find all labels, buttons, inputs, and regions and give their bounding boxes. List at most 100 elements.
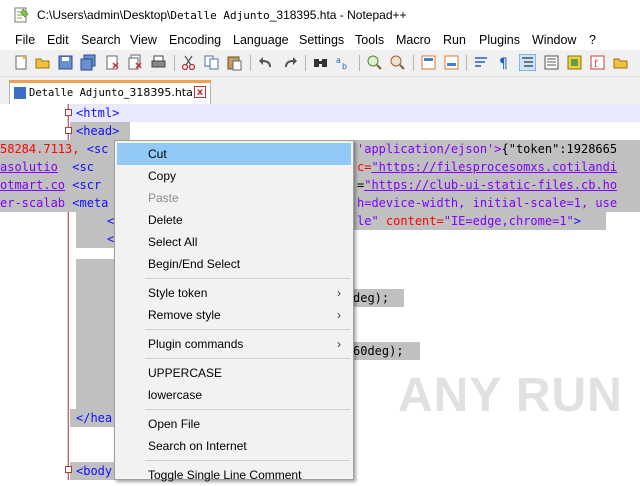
code-line: er-scalab <meta xyxy=(0,196,109,210)
tab-detalle-adjunto[interactable]: Detalle Adjunto_318395.hta x xyxy=(9,80,211,104)
code-line: 58284.7113, <sc xyxy=(0,142,109,156)
menu-item-delete[interactable]: Delete xyxy=(117,209,351,231)
toolbar-separator xyxy=(305,55,306,71)
fold-toggle[interactable] xyxy=(65,109,72,116)
menu-item-open-file[interactable]: Open File xyxy=(117,413,351,435)
menu-view[interactable]: View xyxy=(130,33,157,47)
code-line: c="https://filesprocesomxs.cotilandi xyxy=(357,160,618,174)
code-line: <head> xyxy=(76,124,120,138)
menu-item-plugin-commands[interactable]: Plugin commands › xyxy=(117,333,351,355)
menu-tools[interactable]: Tools xyxy=(355,33,384,47)
code-line: le" content="IE=edge,chrome=1"> xyxy=(357,214,581,228)
menu-separator xyxy=(145,409,350,410)
submenu-arrow-icon: › xyxy=(337,308,341,322)
function-list-icon[interactable]: f xyxy=(589,54,606,71)
menu-plugins[interactable]: Plugins xyxy=(479,33,520,47)
save-all-icon[interactable] xyxy=(80,54,97,71)
menu-encoding[interactable]: Encoding xyxy=(169,33,221,47)
paste-icon[interactable] xyxy=(226,54,243,71)
replace-icon[interactable]: ab xyxy=(335,54,352,71)
menu-item-style-token[interactable]: Style token › xyxy=(117,282,351,304)
menu-separator xyxy=(145,460,350,461)
menu-search[interactable]: Search xyxy=(81,33,121,47)
code-line: deg); xyxy=(353,291,390,305)
watermark-logo: ANY RUN xyxy=(398,369,623,422)
indent-guide-icon[interactable] xyxy=(519,54,536,71)
menu-item-select-all[interactable]: Select All xyxy=(117,231,351,253)
redo-icon[interactable] xyxy=(281,54,298,71)
folder-workspace-icon[interactable] xyxy=(612,54,629,71)
tab-label: Detalle Adjunto_318395.hta xyxy=(29,86,193,99)
notepad-plus-plus-icon xyxy=(14,7,29,23)
word-wrap-icon[interactable] xyxy=(473,54,490,71)
menu-window[interactable]: Window xyxy=(532,33,576,47)
toolbar: ab ¶ f xyxy=(0,50,640,77)
toolbar-separator xyxy=(413,55,414,71)
code-line: ="https://club-ui-static-files.cb.ho xyxy=(357,178,618,192)
sync-vertical-icon[interactable] xyxy=(420,54,437,71)
close-file-icon[interactable] xyxy=(104,54,121,71)
toolbar-separator xyxy=(466,55,467,71)
menu-run[interactable]: Run xyxy=(443,33,466,47)
svg-text:b: b xyxy=(342,62,347,71)
show-all-chars-icon[interactable]: ¶ xyxy=(496,54,513,71)
fold-toggle[interactable] xyxy=(65,127,72,134)
submenu-arrow-icon: › xyxy=(337,286,341,300)
new-file-icon[interactable] xyxy=(13,54,30,71)
code-line: h=device-width, initial-scale=1, use xyxy=(357,196,618,210)
window-title: C:\Users\admin\Desktop\Detalle Adjunto_3… xyxy=(37,8,407,22)
code-line: <html> xyxy=(76,106,120,120)
code-line: asolutio <sc xyxy=(0,160,94,174)
menu-item-lowercase[interactable]: lowercase xyxy=(117,384,351,406)
toolbar-separator xyxy=(174,55,175,71)
print-icon[interactable] xyxy=(150,54,167,71)
doc-map-icon[interactable] xyxy=(566,54,583,71)
menu-file[interactable]: File xyxy=(15,33,35,47)
undo-icon[interactable] xyxy=(258,54,275,71)
code-line: 60deg); xyxy=(353,344,404,358)
menu-settings[interactable]: Settings xyxy=(299,33,344,47)
menu-item-paste[interactable]: Paste xyxy=(117,187,351,209)
title-bar: C:\Users\admin\Desktop\Detalle Adjunto_3… xyxy=(0,0,640,30)
udl-icon[interactable] xyxy=(543,54,560,71)
menu-edit[interactable]: Edit xyxy=(47,33,69,47)
menu-item-remove-style[interactable]: Remove style › xyxy=(117,304,351,326)
saved-file-icon xyxy=(14,87,26,99)
menu-item-cut[interactable]: Cut xyxy=(117,143,351,165)
open-file-icon[interactable] xyxy=(34,54,51,71)
menu-item-begin-end-select[interactable]: Begin/End Select xyxy=(117,253,351,275)
tab-bar: Detalle Adjunto_318395.hta x xyxy=(0,77,640,105)
menu-separator xyxy=(145,278,350,279)
find-icon[interactable] xyxy=(312,54,329,71)
code-line: 'application/ejson'>{"token":1928665 xyxy=(357,142,618,156)
zoom-out-icon[interactable] xyxy=(389,54,406,71)
menu-language[interactable]: Language xyxy=(233,33,289,47)
code-line: otmart.co <scr xyxy=(0,178,102,192)
svg-text:¶: ¶ xyxy=(499,56,508,71)
menu-macro[interactable]: Macro xyxy=(396,33,431,47)
menu-separator xyxy=(145,329,350,330)
svg-text:a: a xyxy=(336,56,341,65)
submenu-arrow-icon: › xyxy=(337,337,341,351)
close-tab-icon[interactable]: x xyxy=(194,86,206,98)
menu-bar: File Edit Search View Encoding Language … xyxy=(0,30,640,50)
menu-item-search-internet[interactable]: Search on Internet xyxy=(117,435,351,457)
menu-help[interactable]: ? xyxy=(589,33,596,47)
copy-icon[interactable] xyxy=(203,54,220,71)
menu-item-uppercase[interactable]: UPPERCASE xyxy=(117,362,351,384)
save-icon[interactable] xyxy=(57,54,74,71)
context-menu: Cut Copy Paste Delete Select All Begin/E… xyxy=(114,140,354,482)
close-all-icon[interactable] xyxy=(127,54,144,71)
toolbar-separator xyxy=(359,55,360,71)
code-line: <body xyxy=(76,464,113,478)
current-line-highlight xyxy=(70,104,640,122)
zoom-in-icon[interactable] xyxy=(366,54,383,71)
menu-separator xyxy=(145,358,350,359)
fold-toggle[interactable] xyxy=(65,466,72,473)
menu-item-copy[interactable]: Copy xyxy=(117,165,351,187)
sync-horizontal-icon[interactable] xyxy=(443,54,460,71)
toolbar-separator xyxy=(250,55,251,71)
cut-icon[interactable] xyxy=(180,54,197,71)
menu-item-toggle-comment[interactable]: Toggle Single Line Comment xyxy=(117,464,351,486)
selection xyxy=(76,259,116,409)
